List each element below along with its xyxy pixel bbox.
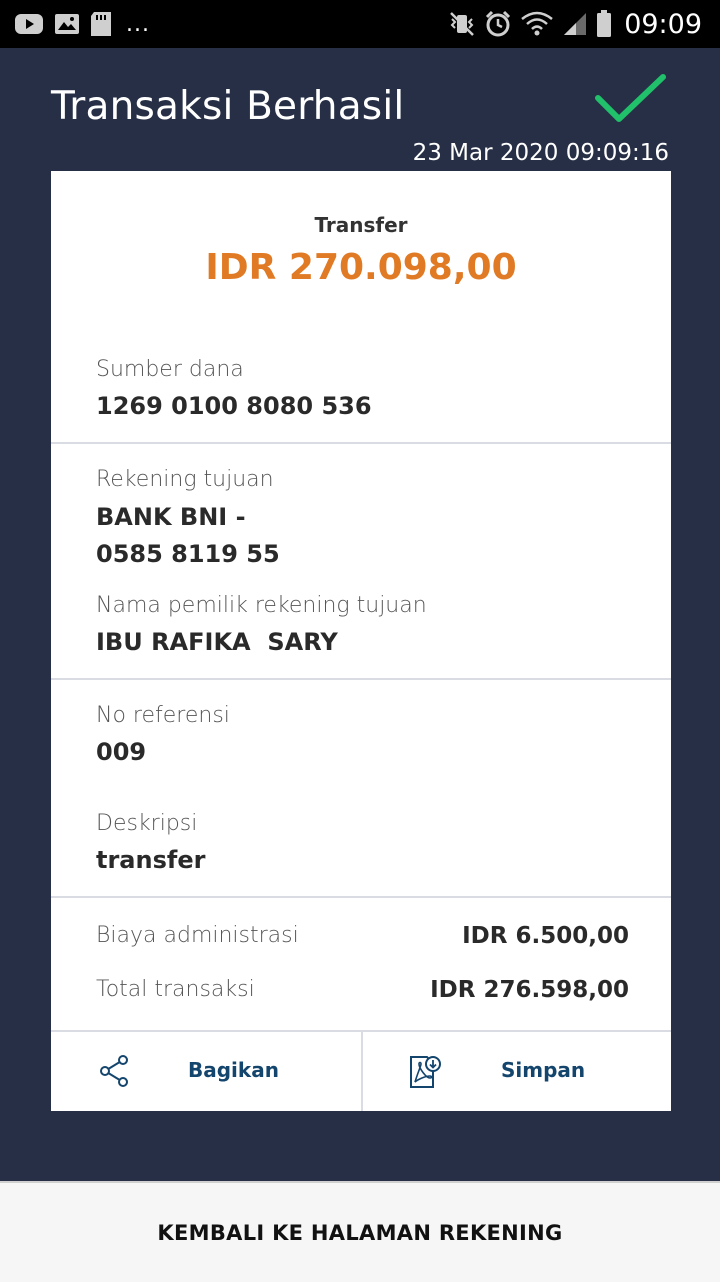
- divider: [51, 896, 671, 898]
- save-label: Simpan: [501, 1058, 586, 1082]
- receipt-card: Transfer IDR 270.098,00 Sumber dana 1269…: [51, 171, 671, 1111]
- source-label: Sumber dana: [96, 357, 244, 382]
- sd-card-icon: [91, 12, 111, 36]
- wifi-icon: [521, 11, 553, 36]
- owner-label: Nama pemilik rekening tujuan: [96, 593, 427, 618]
- gallery-icon: [55, 14, 79, 34]
- description-value: transfer: [96, 846, 206, 874]
- admin-fee-value: IDR 6.500,00: [462, 923, 629, 949]
- back-to-account-button[interactable]: KEMBALI KE HALAMAN REKENING: [0, 1183, 720, 1282]
- divider: [51, 678, 671, 680]
- pdf-download-icon: [410, 1056, 441, 1088]
- reference-label: No referensi: [96, 703, 230, 728]
- admin-fee-label: Biaya administrasi: [96, 923, 299, 948]
- owner-name: IBU RAFIKA SARY: [96, 628, 338, 656]
- divider: [51, 442, 671, 444]
- destination-label: Rekening tujuan: [96, 467, 274, 492]
- save-button[interactable]: Simpan: [363, 1032, 673, 1111]
- destination-account: 0585 8119 55: [96, 540, 280, 568]
- vibrate-mute-icon: [450, 12, 475, 36]
- admin-fee-row: Biaya administrasi IDR 6.500,00: [96, 923, 629, 957]
- transfer-amount: IDR 270.098,00: [205, 247, 517, 288]
- status-overflow: ...: [126, 11, 150, 37]
- source-account: 1269 0100 8080 536: [96, 392, 372, 420]
- transaction-type: Transfer: [314, 213, 408, 237]
- transaction-datetime: 23 Mar 2020 09:09:16: [412, 140, 669, 166]
- signal-icon: [564, 13, 587, 35]
- destination-bank: BANK BNI -: [96, 503, 246, 531]
- reference-number: 009: [96, 738, 147, 766]
- alarm-icon: [486, 10, 511, 37]
- share-label: Bagikan: [188, 1058, 279, 1082]
- share-icon: [100, 1055, 128, 1087]
- battery-icon: [597, 10, 612, 37]
- share-button[interactable]: Bagikan: [51, 1032, 361, 1111]
- description-label: Deskripsi: [96, 811, 198, 836]
- youtube-icon: [15, 14, 43, 34]
- page-title: Transaksi Berhasil: [51, 84, 405, 129]
- success-check-icon: [595, 74, 666, 122]
- status-bar: ... 09:09: [0, 0, 720, 48]
- total-value: IDR 276.598,00: [430, 977, 629, 1003]
- total-row: Total transaksi IDR 276.598,00: [96, 977, 629, 1011]
- total-label: Total transaksi: [96, 977, 255, 1002]
- action-bar: Bagikan Simpan: [51, 1032, 671, 1111]
- status-time: 09:09: [624, 8, 702, 40]
- bottom-bar: KEMBALI KE HALAMAN REKENING: [0, 1181, 720, 1282]
